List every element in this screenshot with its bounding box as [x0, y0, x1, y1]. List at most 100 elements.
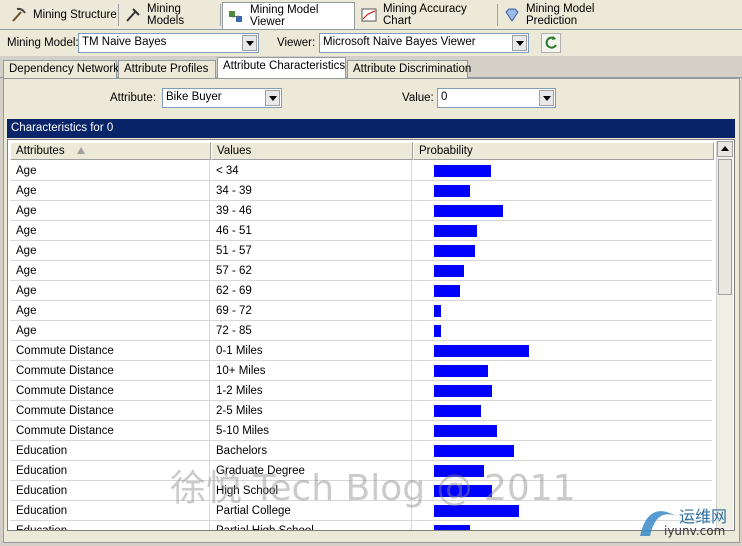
pickaxe-icon	[10, 7, 28, 23]
table-row[interactable]: Age 57 - 62	[10, 261, 712, 281]
chevron-down-icon[interactable]	[539, 90, 554, 106]
table-row[interactable]: Commute Distance 5-10 Miles	[10, 421, 712, 441]
attribute-cell: Age	[10, 181, 210, 201]
tab-label: Mining Structure	[33, 9, 117, 21]
viewer-icon	[227, 8, 245, 24]
probability-bar	[434, 285, 460, 297]
table-row[interactable]: Commute Distance 10+ Miles	[10, 361, 712, 381]
probability-bar	[434, 205, 503, 217]
attribute-cell: Commute Distance	[10, 341, 210, 361]
vertical-scrollbar[interactable]	[716, 141, 733, 529]
chart-icon	[360, 7, 378, 23]
column-label: Values	[217, 145, 252, 157]
probability-bar	[434, 165, 491, 177]
refresh-button[interactable]	[541, 33, 561, 53]
scroll-up-button[interactable]	[717, 141, 733, 157]
column-header-probability[interactable]: Probability	[413, 142, 714, 160]
value-cell: 0-1 Miles	[210, 341, 412, 361]
viewer-select[interactable]: Microsoft Naive Bayes Viewer	[319, 33, 529, 53]
table-row[interactable]: Age 51 - 57	[10, 241, 712, 261]
scroll-thumb[interactable]	[718, 159, 732, 295]
value-cell: 69 - 72	[210, 301, 412, 321]
column-header-values[interactable]: Values	[211, 142, 413, 160]
attribute-value: Bike Buyer	[166, 91, 222, 103]
attribute-cell: Age	[10, 321, 210, 341]
table-row[interactable]: Education Partial High School	[10, 521, 712, 530]
value-label: Value:	[402, 92, 434, 104]
table-row[interactable]: Age 39 - 46	[10, 201, 712, 221]
table-row[interactable]: Age < 34	[10, 161, 712, 181]
probability-bar	[434, 385, 492, 397]
attribute-select[interactable]: Bike Buyer	[162, 88, 282, 108]
value-cell: 39 - 46	[210, 201, 412, 221]
attribute-cell: Education	[10, 441, 210, 461]
value-cell: 72 - 85	[210, 321, 412, 341]
probability-bar	[434, 525, 470, 530]
attribute-cell: Age	[10, 221, 210, 241]
value-cell: Bachelors	[210, 441, 412, 461]
value-cell: 5-10 Miles	[210, 421, 412, 441]
value-cell: 2-5 Miles	[210, 401, 412, 421]
table-row[interactable]: Age 69 - 72	[10, 301, 712, 321]
probability-bar	[434, 265, 464, 277]
table-row[interactable]: Commute Distance 1-2 Miles	[10, 381, 712, 401]
tab-dependency-network[interactable]: Dependency Network	[3, 60, 119, 78]
value-value: 0	[441, 91, 448, 103]
attribute-cell: Age	[10, 241, 210, 261]
value-cell: 46 - 51	[210, 221, 412, 241]
table-row[interactable]: Age 62 - 69	[10, 281, 712, 301]
probability-bar	[434, 345, 529, 357]
attribute-cell: Commute Distance	[10, 381, 210, 401]
probability-bar	[434, 305, 441, 317]
mining-model-select[interactable]: TM Naive Bayes	[78, 33, 259, 53]
chevron-down-icon[interactable]	[512, 35, 527, 51]
table-row[interactable]: Commute Distance 0-1 Miles	[10, 341, 712, 361]
chevron-down-icon[interactable]	[242, 35, 257, 51]
viewer-label: Viewer:	[277, 37, 316, 49]
attribute-cell: Age	[10, 161, 210, 181]
tab-label: Mining Model Prediction	[526, 3, 595, 27]
tab-attribute-profiles[interactable]: Attribute Profiles	[118, 60, 216, 78]
tab-attribute-characteristics[interactable]: Attribute Characteristics	[217, 57, 346, 79]
probability-bar	[434, 185, 470, 197]
attribute-cell: Age	[10, 301, 210, 321]
tab-mining-structure[interactable]: Mining Structure	[6, 4, 119, 26]
value-select[interactable]: 0	[437, 88, 556, 108]
probability-bar	[434, 405, 481, 417]
tab-mining-model-viewer[interactable]: Mining Model Viewer	[222, 2, 355, 29]
attribute-cell: Commute Distance	[10, 401, 210, 421]
mining-model-value: TM Naive Bayes	[82, 36, 167, 48]
viewer-value: Microsoft Naive Bayes Viewer	[323, 36, 476, 48]
chevron-down-icon[interactable]	[265, 90, 280, 106]
tab-mining-model-prediction[interactable]: Mining Model Prediction	[499, 3, 641, 27]
value-cell: 10+ Miles	[210, 361, 412, 381]
diamond-icon	[503, 7, 521, 23]
attribute-cell: Education	[10, 521, 210, 530]
tab-label: Mining Accuracy Chart	[383, 3, 467, 27]
attribute-label: Attribute:	[110, 92, 157, 104]
table-row[interactable]: Age 72 - 85	[10, 321, 712, 341]
tab-mining-accuracy-chart[interactable]: Mining Accuracy Chart	[356, 3, 498, 27]
column-header-attributes[interactable]: Attributes	[10, 142, 211, 160]
value-cell: 51 - 57	[210, 241, 412, 261]
designer-tab-strip: Mining Structure Mining Models Mining Mo…	[0, 0, 742, 30]
watermark: 徐悦 Tech Blog @ 2011	[170, 468, 576, 509]
table-row[interactable]: Age 46 - 51	[10, 221, 712, 241]
column-label: Attributes	[16, 145, 65, 157]
tab-label: Mining Models	[147, 3, 185, 27]
attribute-cell: Age	[10, 281, 210, 301]
value-cell: < 34	[210, 161, 412, 181]
characteristics-title: Characteristics for 0	[7, 119, 735, 138]
tab-attribute-discrimination[interactable]: Attribute Discrimination	[347, 60, 471, 78]
tab-mining-models[interactable]: Mining Models	[120, 3, 221, 27]
attribute-cell: Commute Distance	[10, 361, 210, 381]
pick-icon	[124, 7, 142, 23]
attribute-cell: Age	[10, 201, 210, 221]
refresh-icon	[545, 36, 557, 49]
table-row[interactable]: Commute Distance 2-5 Miles	[10, 401, 712, 421]
probability-bar	[434, 425, 497, 437]
probability-bar	[434, 245, 475, 257]
value-cell: 57 - 62	[210, 261, 412, 281]
table-row[interactable]: Education Bachelors	[10, 441, 712, 461]
table-row[interactable]: Age 34 - 39	[10, 181, 712, 201]
